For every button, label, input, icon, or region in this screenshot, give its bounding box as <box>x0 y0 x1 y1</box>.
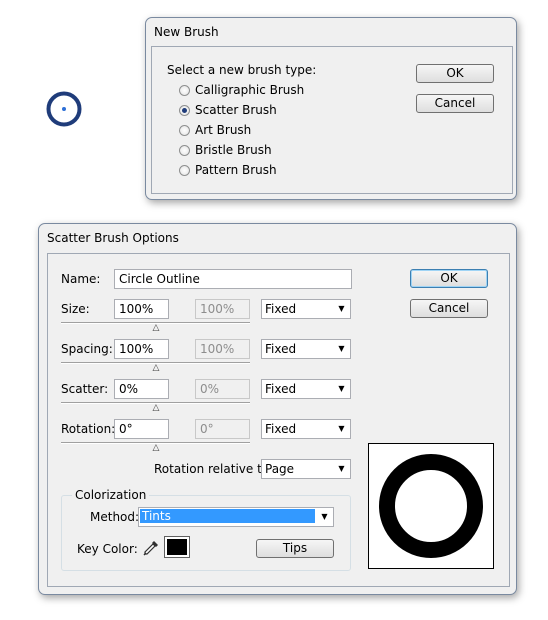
spacing-max-input: 100% <box>195 339 250 359</box>
scatter-ok-button[interactable]: OK <box>410 269 488 288</box>
name-label: Name: <box>61 272 101 286</box>
dropdown-arrow-icon[interactable]: ▼ <box>333 380 350 398</box>
radio-label: Bristle Brush <box>195 143 272 157</box>
radio-button-selected[interactable] <box>179 105 190 116</box>
dropdown-arrow-icon[interactable]: ▼ <box>333 460 350 478</box>
rotation-min-input[interactable]: 0° <box>114 419 169 439</box>
tips-button[interactable]: Tips <box>256 539 334 558</box>
symbol-center-point <box>62 107 66 111</box>
method-value: Tints <box>140 509 315 523</box>
scatter-label: Scatter: <box>61 382 109 396</box>
dropdown-arrow-icon[interactable]: ▼ <box>333 300 350 318</box>
rotation-relative-select[interactable]: Page ▼ <box>261 459 351 479</box>
dropdown-arrow-icon[interactable]: ▼ <box>316 508 333 526</box>
scatter-max-input: 0% <box>195 379 250 399</box>
size-min-input[interactable]: 100% <box>114 299 169 319</box>
scatter-brush-options-dialog: Scatter Brush Options Name: Circle Outli… <box>38 223 517 595</box>
preview-ring <box>379 454 483 558</box>
key-color-fill <box>167 539 187 555</box>
radio-label: Art Brush <box>195 123 252 137</box>
spacing-mode-select[interactable]: Fixed ▼ <box>261 339 351 359</box>
rotation-label: Rotation: <box>61 422 116 436</box>
scatter-cancel-button[interactable]: Cancel <box>410 299 488 318</box>
select-value: Fixed <box>265 422 297 436</box>
rotation-max-input: 0° <box>195 419 250 439</box>
radio-label: Pattern Brush <box>195 163 277 177</box>
radio-button[interactable] <box>179 125 190 136</box>
brush-preview-box <box>368 443 494 569</box>
scatter-slider-thumb[interactable]: △ <box>151 404 161 413</box>
select-value: Fixed <box>265 382 297 396</box>
scatter-mode-select[interactable]: Fixed ▼ <box>261 379 351 399</box>
spacing-slider-thumb[interactable]: △ <box>151 364 161 373</box>
radio-label: Calligraphic Brush <box>195 83 305 97</box>
new-brush-titlebar[interactable]: New Brush <box>146 18 516 46</box>
spacing-label: Spacing: <box>61 342 113 356</box>
new-brush-ok-button[interactable]: OK <box>416 64 494 83</box>
size-mode-select[interactable]: Fixed ▼ <box>261 299 351 319</box>
select-value: Fixed <box>265 342 297 356</box>
colorization-legend: Colorization <box>72 488 150 502</box>
method-select[interactable]: Tints ▼ <box>138 507 334 527</box>
circle-outline-symbol[interactable] <box>45 90 83 128</box>
size-max-input: 100% <box>195 299 250 319</box>
new-brush-title: New Brush <box>154 25 219 39</box>
select-value: Page <box>265 462 295 476</box>
method-label: Method: <box>90 510 140 524</box>
size-slider-thumb[interactable]: △ <box>151 324 161 333</box>
dropdown-arrow-icon[interactable]: ▼ <box>333 340 350 358</box>
rotation-slider-thumb[interactable]: △ <box>151 444 161 453</box>
rotation-relative-label: Rotation relative to: <box>154 462 274 476</box>
radio-label: Scatter Brush <box>195 103 277 117</box>
scatter-brush-client-area: Name: Circle Outline OK Cancel Size: 100… <box>47 253 510 587</box>
select-value: Fixed <box>265 302 297 316</box>
new-brush-client-area: Select a new brush type: Calligraphic Br… <box>151 46 513 194</box>
radio-button[interactable] <box>179 165 190 176</box>
scatter-min-input[interactable]: 0% <box>114 379 169 399</box>
scatter-brush-titlebar[interactable]: Scatter Brush Options <box>39 224 516 252</box>
spacing-min-input[interactable]: 100% <box>114 339 169 359</box>
radio-button[interactable] <box>179 85 190 96</box>
brush-type-prompt: Select a new brush type: <box>167 63 317 77</box>
dropdown-arrow-icon[interactable]: ▼ <box>333 420 350 438</box>
name-input[interactable]: Circle Outline <box>114 269 352 289</box>
new-brush-cancel-button[interactable]: Cancel <box>416 94 494 113</box>
new-brush-dialog: New Brush Select a new brush type: Calli… <box>145 17 517 200</box>
key-color-label: Key Color: <box>77 542 138 556</box>
size-label: Size: <box>61 302 90 316</box>
scatter-brush-title: Scatter Brush Options <box>47 231 179 245</box>
radio-button[interactable] <box>179 145 190 156</box>
rotation-mode-select[interactable]: Fixed ▼ <box>261 419 351 439</box>
key-color-swatch[interactable] <box>164 536 190 558</box>
eyedropper-icon[interactable] <box>142 539 160 557</box>
